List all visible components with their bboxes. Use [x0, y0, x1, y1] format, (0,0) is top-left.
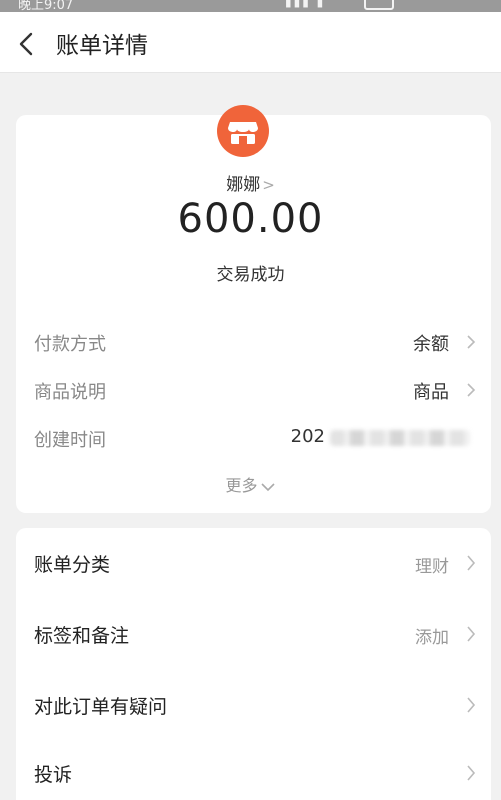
page-title: 账单详情 [56, 33, 148, 59]
chevron-right-icon: > [262, 176, 275, 194]
merchant-name[interactable]: 娜娜 > [0, 170, 501, 195]
detail-label: 创建时间 [34, 430, 106, 451]
more-label: 更多 [225, 476, 258, 495]
chevron-right-icon [467, 383, 476, 397]
complaint-row[interactable]: 投诉 [0, 748, 501, 798]
order-question-row[interactable]: 对此订单有疑问 [0, 680, 501, 730]
status-time: 晚上9:07 [18, 0, 74, 12]
action-label: 投诉 [34, 764, 73, 786]
redacted-area [330, 430, 470, 446]
detail-value: 商品 [413, 382, 449, 403]
action-value: 添加 [415, 628, 449, 648]
detail-value: 余额 [413, 334, 449, 355]
signal-icon: ▮▮▮ ▮ [285, 0, 326, 9]
detail-value: 202 [290, 426, 325, 447]
status-bar: 晚上9:07 ▮▮▮ ▮ [0, 0, 501, 12]
created-time-row: 创建时间 202 [0, 418, 501, 458]
transaction-status: 交易成功 [216, 265, 285, 285]
back-arrow-icon[interactable] [16, 32, 38, 56]
tags-notes-row[interactable]: 标签和备注 添加 [0, 609, 501, 659]
product-description-row[interactable]: 商品说明 商品 [0, 370, 501, 410]
detail-label: 付款方式 [34, 334, 106, 355]
chevron-right-icon [467, 765, 476, 781]
transaction-amount: 600.00 [177, 196, 324, 242]
app-header: 账单详情 [0, 12, 501, 73]
shop-icon[interactable] [217, 105, 269, 157]
payment-method-row[interactable]: 付款方式 余额 [0, 322, 501, 362]
chevron-right-icon [467, 555, 476, 571]
detail-label: 商品说明 [34, 382, 106, 403]
action-label: 账单分类 [34, 554, 111, 576]
chevron-right-icon [467, 697, 476, 713]
chevron-right-icon [467, 626, 476, 642]
battery-icon [364, 0, 394, 10]
bill-category-row[interactable]: 账单分类 理财 [0, 538, 501, 588]
more-toggle[interactable]: 更多 [0, 472, 501, 496]
merchant-name-label: 娜娜 [226, 175, 261, 195]
chevron-right-icon [467, 335, 476, 349]
action-label: 对此订单有疑问 [34, 696, 168, 718]
chevron-down-icon [260, 482, 275, 491]
action-value: 理财 [415, 557, 449, 577]
action-label: 标签和备注 [34, 625, 130, 647]
